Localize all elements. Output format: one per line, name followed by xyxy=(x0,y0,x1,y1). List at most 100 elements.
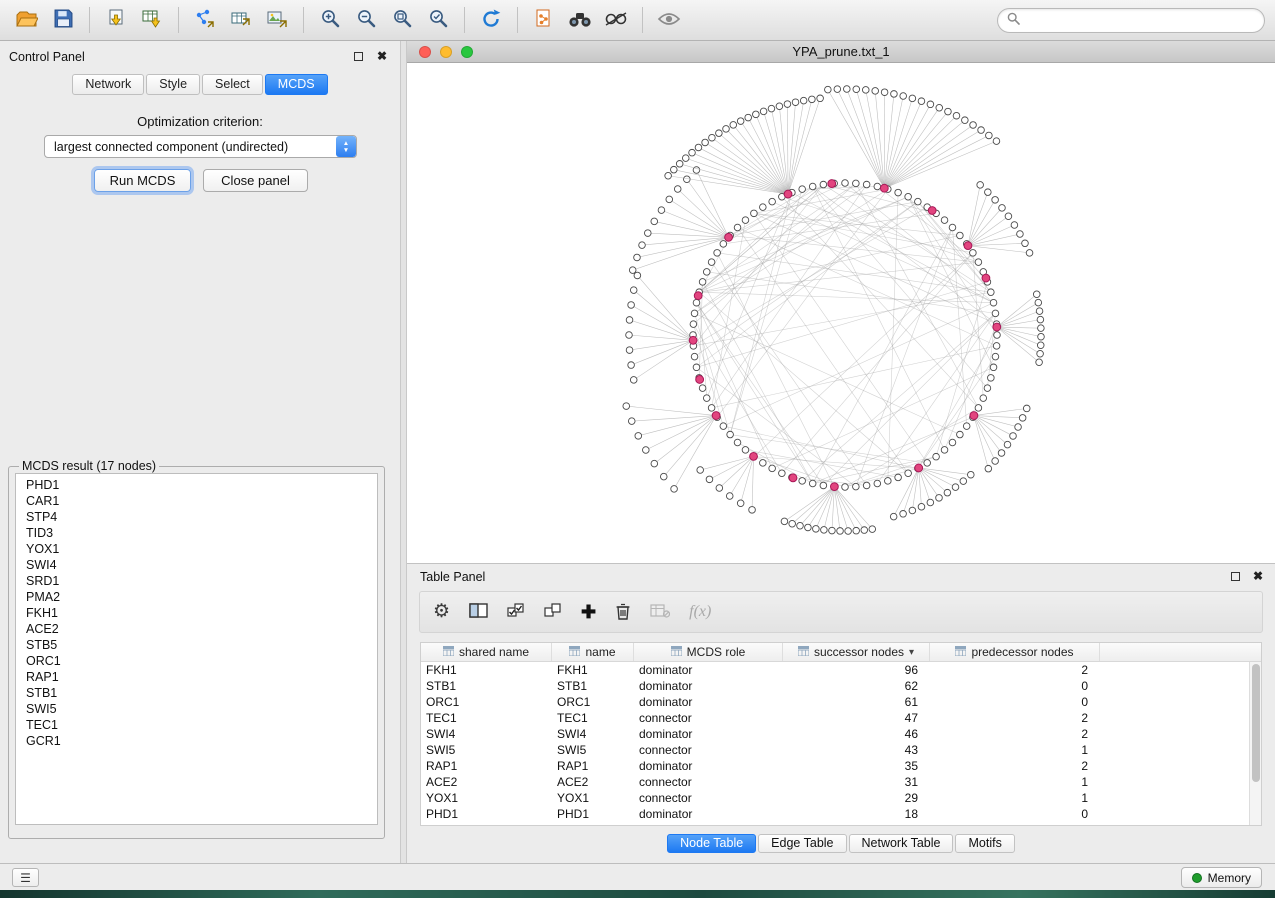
import-table-button[interactable] xyxy=(135,5,169,35)
table-toolbar: ⚙ ✚ f(x) xyxy=(419,591,1263,633)
close-panel-button[interactable]: Close panel xyxy=(203,169,308,192)
tab-node-table[interactable]: Node Table xyxy=(667,834,756,853)
network-file-button[interactable] xyxy=(527,5,561,35)
mcds-result-item[interactable]: TEC1 xyxy=(16,717,377,733)
mcds-result-item[interactable]: YOX1 xyxy=(16,541,377,557)
table-scrollbar[interactable] xyxy=(1249,662,1261,825)
zoom-fit-button[interactable] xyxy=(385,5,419,35)
hide-details-button[interactable] xyxy=(599,5,633,35)
find-button[interactable] xyxy=(563,5,597,35)
deselect-all-button[interactable] xyxy=(544,603,562,622)
mcds-result-item[interactable]: SRD1 xyxy=(16,573,377,589)
column-header-name[interactable]: name xyxy=(552,643,634,661)
mcds-result-item[interactable]: FKH1 xyxy=(16,605,377,621)
column-header-shared-name[interactable]: shared name xyxy=(421,643,552,661)
column-header-filler xyxy=(1100,643,1261,661)
optimization-criterion-select[interactable]: largest connected component (undirected)… xyxy=(44,135,357,158)
column-header-successor-nodes[interactable]: successor nodes ▾ xyxy=(783,643,930,661)
add-column-button[interactable]: ✚ xyxy=(581,603,596,621)
scrollbar-thumb[interactable] xyxy=(1252,664,1260,782)
mcds-result-list[interactable]: PHD1CAR1STP4TID3YOX1SWI4SRD1PMA2FKH1ACE2… xyxy=(15,473,378,825)
table-row[interactable]: ACE2ACE2connector311 xyxy=(421,774,1249,790)
search-input[interactable] xyxy=(1026,12,1255,28)
column-header-predecessor-nodes[interactable]: predecessor nodes xyxy=(930,643,1100,661)
zoom-selected-button[interactable] xyxy=(421,5,455,35)
mcds-result-item[interactable]: SWI5 xyxy=(16,701,377,717)
open-session-button[interactable] xyxy=(10,5,44,35)
mcds-result-item[interactable]: STP4 xyxy=(16,509,377,525)
table-cell: SWI4 xyxy=(552,727,634,741)
mcds-result-item[interactable]: RAP1 xyxy=(16,669,377,685)
mcds-result-item[interactable]: PHD1 xyxy=(16,477,377,493)
deselect-all-icon xyxy=(544,603,562,622)
refresh-button[interactable] xyxy=(474,5,508,35)
mcds-result-item[interactable]: GCR1 xyxy=(16,733,377,749)
sort-icon xyxy=(798,645,809,659)
table-row[interactable]: PHD1PHD1dominator180 xyxy=(421,806,1249,822)
network-window-titlebar[interactable]: YPA_prune.txt_1 xyxy=(407,41,1275,63)
export-image-button[interactable] xyxy=(260,5,294,35)
tab-select[interactable]: Select xyxy=(202,74,263,95)
table-cell: dominator xyxy=(634,695,783,709)
mcds-result-item[interactable]: PMA2 xyxy=(16,589,377,605)
float-panel-icon[interactable] xyxy=(354,52,363,61)
table-row[interactable]: STB1STB1dominator620 xyxy=(421,678,1249,694)
show-details-button[interactable] xyxy=(652,5,686,35)
mcds-result-item[interactable]: STB1 xyxy=(16,685,377,701)
delete-table-icon xyxy=(650,603,670,621)
table-cell: 29 xyxy=(783,791,930,805)
fx-icon: f(x) xyxy=(689,603,711,621)
mcds-result-item[interactable]: TID3 xyxy=(16,525,377,541)
table-row[interactable]: TEC1TEC1connector472 xyxy=(421,710,1249,726)
table-cell: PHD1 xyxy=(421,807,552,821)
table-settings-button[interactable]: ⚙ xyxy=(433,602,450,622)
close-table-panel-icon[interactable]: ✖ xyxy=(1253,569,1263,583)
table-row[interactable]: FKH1FKH1dominator962 xyxy=(421,662,1249,678)
table-cell: connector xyxy=(634,791,783,805)
table-cell: FKH1 xyxy=(552,663,634,677)
close-panel-icon[interactable]: ✖ xyxy=(377,49,387,63)
float-table-panel-icon[interactable] xyxy=(1231,572,1240,581)
sort-icon xyxy=(443,645,454,659)
column-header-label: shared name xyxy=(459,645,529,659)
open-folder-icon xyxy=(16,10,38,31)
mcds-result-item[interactable]: ACE2 xyxy=(16,621,377,637)
save-session-button[interactable] xyxy=(46,5,80,35)
memory-button[interactable]: Memory xyxy=(1181,867,1262,888)
table-cell: 46 xyxy=(783,727,930,741)
zoom-out-button[interactable] xyxy=(349,5,383,35)
network-canvas[interactable] xyxy=(407,63,1275,563)
sort-icon xyxy=(569,645,580,659)
table-row[interactable]: YOX1YOX1connector291 xyxy=(421,790,1249,806)
status-bar: ☰ Memory xyxy=(0,863,1275,890)
toolbar-separator xyxy=(517,7,518,33)
tab-mcds[interactable]: MCDS xyxy=(265,74,328,95)
tab-style[interactable]: Style xyxy=(146,74,200,95)
delete-column-button[interactable] xyxy=(615,602,631,623)
column-header-mcds-role[interactable]: MCDS role xyxy=(634,643,783,661)
show-columns-button[interactable] xyxy=(469,603,488,621)
tab-motifs[interactable]: Motifs xyxy=(955,834,1014,853)
import-network-button[interactable] xyxy=(99,5,133,35)
network-view: YPA_prune.txt_1 xyxy=(407,41,1275,563)
search-icon xyxy=(1007,12,1020,28)
table-row[interactable]: ORC1ORC1dominator610 xyxy=(421,694,1249,710)
run-mcds-button[interactable]: Run MCDS xyxy=(94,169,191,192)
zoom-in-button[interactable] xyxy=(313,5,347,35)
memory-label: Memory xyxy=(1208,871,1251,885)
table-row[interactable]: SWI5SWI5connector431 xyxy=(421,742,1249,758)
mcds-result-item[interactable]: ORC1 xyxy=(16,653,377,669)
panel-menu-button[interactable]: ☰ xyxy=(12,868,39,887)
tab-network-table[interactable]: Network Table xyxy=(849,834,954,853)
export-table-button[interactable] xyxy=(224,5,258,35)
tab-edge-table[interactable]: Edge Table xyxy=(758,834,846,853)
table-row[interactable]: RAP1RAP1dominator352 xyxy=(421,758,1249,774)
export-network-button[interactable] xyxy=(188,5,222,35)
table-row[interactable]: SWI4SWI4dominator462 xyxy=(421,726,1249,742)
tab-network[interactable]: Network xyxy=(72,74,144,95)
zoom-selected-icon xyxy=(428,8,449,32)
mcds-result-item[interactable]: STB5 xyxy=(16,637,377,653)
mcds-result-item[interactable]: SWI4 xyxy=(16,557,377,573)
mcds-result-item[interactable]: CAR1 xyxy=(16,493,377,509)
select-all-button[interactable] xyxy=(507,603,525,622)
